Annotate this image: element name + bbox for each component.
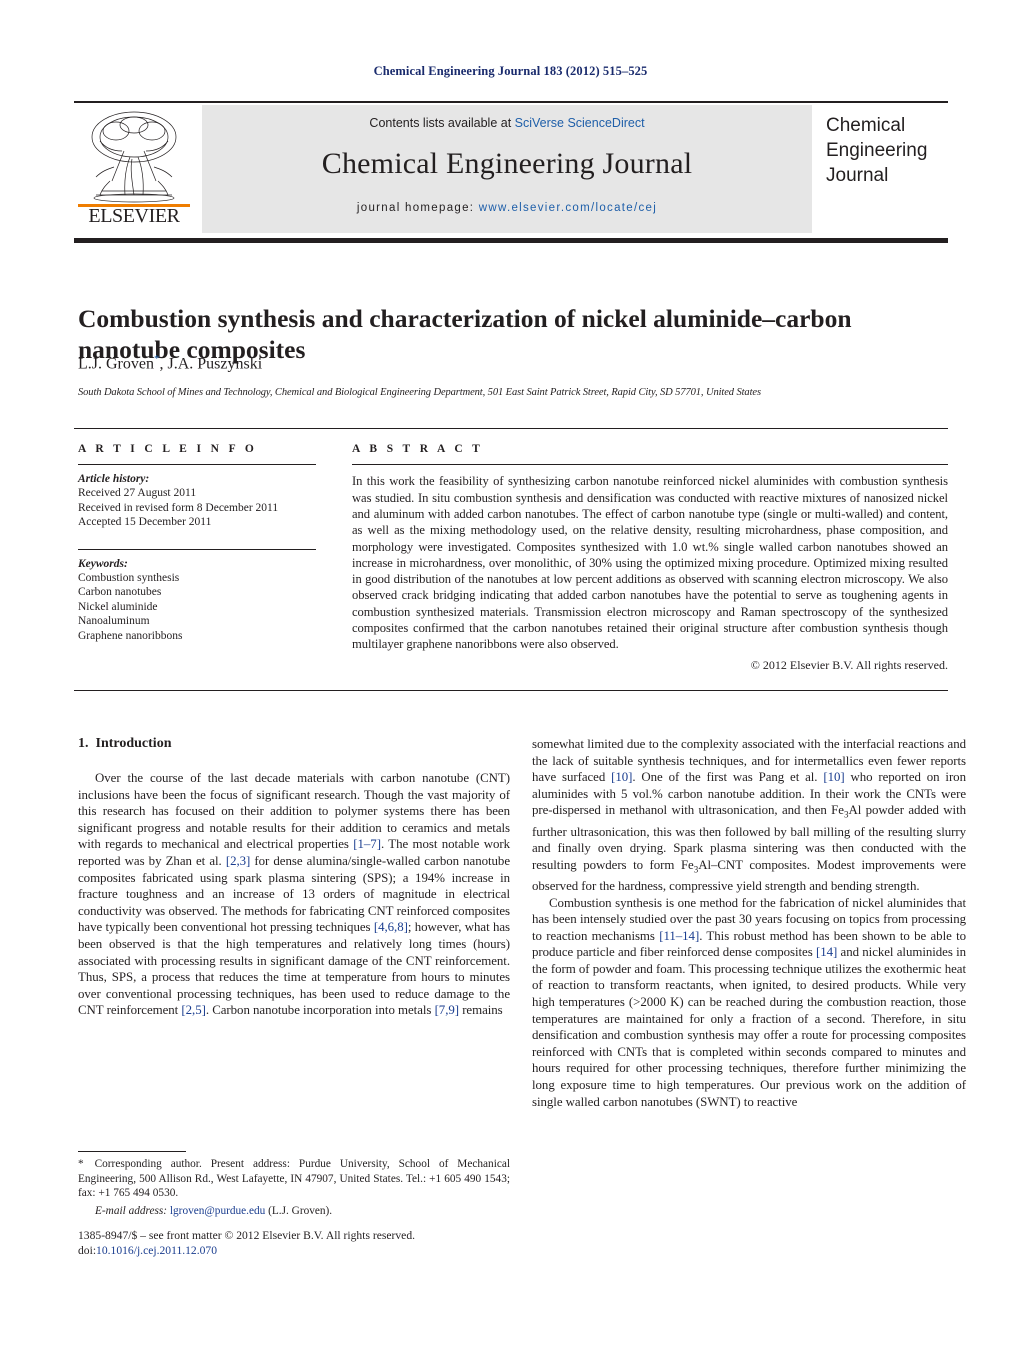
citation-link[interactable]: [1–7] bbox=[353, 837, 381, 851]
cover-title-line-1: Chemical bbox=[826, 115, 906, 136]
citation-link[interactable]: [7,9] bbox=[435, 1003, 460, 1017]
text-run: . Carbon nanotube incorporation into met… bbox=[205, 1003, 435, 1018]
keyword-item: Nickel aluminide bbox=[78, 600, 158, 613]
elsevier-wordmark: ELSEVIER bbox=[88, 205, 180, 227]
text-run: . One of the first was Pang et al. bbox=[632, 770, 824, 785]
article-history-label: Article history: bbox=[78, 473, 150, 486]
masthead-center-panel: Contents lists available at SciVerse Sci… bbox=[202, 105, 812, 233]
body-column-right: somewhat limited due to the complexity a… bbox=[532, 736, 966, 1110]
doi-label: doi: bbox=[78, 1244, 97, 1257]
citation-link[interactable]: [14] bbox=[816, 945, 837, 959]
elsevier-tree-icon bbox=[91, 111, 177, 203]
article-history-revised: Received in revised form 8 December 2011 bbox=[78, 501, 279, 514]
doi-link[interactable]: 10.1016/j.cej.2011.12.070 bbox=[96, 1244, 217, 1257]
masthead-bottom-rule bbox=[74, 238, 948, 243]
paragraph: Combustion synthesis is one method for t… bbox=[532, 895, 966, 1111]
section-number: 1. bbox=[78, 736, 89, 751]
keywords-label: Keywords: bbox=[78, 557, 128, 570]
issn-copyright-line: 1385-8947/$ – see front matter © 2012 El… bbox=[78, 1229, 416, 1242]
body-column-left: 1. Introduction Over the course of the la… bbox=[78, 736, 510, 1019]
keyword-item: Graphene nanoribbons bbox=[78, 629, 183, 642]
keywords-block: Keywords: Combustion synthesis Carbon na… bbox=[78, 558, 316, 644]
text-run: remains bbox=[459, 1003, 503, 1018]
author-first: L.J. Groven bbox=[78, 355, 154, 373]
keyword-item: Nanoaluminum bbox=[78, 615, 150, 628]
email-label: E-mail address: bbox=[95, 1204, 168, 1217]
section-title: Introduction bbox=[95, 736, 172, 751]
keyword-item: Combustion synthesis bbox=[78, 571, 180, 584]
citation-link[interactable]: [4,6,8] bbox=[374, 920, 408, 934]
article-info-column: A R T I C L E I N F O Article history: R… bbox=[78, 443, 316, 643]
journal-homepage-line: journal homepage: www.elsevier.com/locat… bbox=[202, 202, 812, 214]
homepage-prefix: journal homepage: bbox=[356, 202, 479, 214]
keywords-divider bbox=[78, 548, 316, 550]
journal-title: Chemical Engineering Journal bbox=[321, 147, 693, 180]
journal-masthead: ELSEVIER Contents lists available at Sci… bbox=[74, 105, 948, 233]
info-section-top-rule bbox=[74, 428, 948, 430]
journal-article-page: Chemical Engineering Journal 183 (2012) … bbox=[0, 0, 1021, 1351]
sciencedirect-link[interactable]: SciVerse ScienceDirect bbox=[515, 116, 645, 130]
abstract-bottom-rule bbox=[74, 690, 948, 692]
abstract-heading: A B S T R A C T bbox=[352, 443, 484, 455]
abstract-text: In this work the feasibility of synthesi… bbox=[352, 474, 948, 652]
footnote-star: * bbox=[78, 1158, 84, 1170]
paragraph: Over the course of the last decade mater… bbox=[78, 770, 510, 1019]
homepage-url-link[interactable]: www.elsevier.com/locate/cej bbox=[479, 202, 657, 214]
footnote-text: Corresponding author. Present address: P… bbox=[78, 1158, 510, 1200]
citation-link[interactable]: [10] bbox=[611, 770, 632, 784]
masthead-top-rule bbox=[74, 101, 948, 103]
email-owner: (L.J. Groven). bbox=[265, 1204, 333, 1217]
article-history-received: Received 27 August 2011 bbox=[78, 487, 197, 500]
article-info-divider bbox=[78, 464, 316, 466]
article-history-accepted: Accepted 15 December 2011 bbox=[78, 516, 212, 529]
affiliation: South Dakota School of Mines and Technol… bbox=[78, 387, 761, 398]
doi-line: doi:10.1016/j.cej.2011.12.070 bbox=[78, 1243, 510, 1258]
paragraph: somewhat limited due to the complexity a… bbox=[532, 736, 966, 895]
abstract-copyright: © 2012 Elsevier B.V. All rights reserved… bbox=[750, 657, 948, 672]
corresponding-author-footnote: * Corresponding author. Present address:… bbox=[78, 1157, 510, 1218]
cover-title-line-3: Journal bbox=[826, 165, 889, 186]
abstract-divider bbox=[352, 464, 948, 466]
imprint-block: 1385-8947/$ – see front matter © 2012 El… bbox=[78, 1228, 510, 1258]
citation-link[interactable]: [10] bbox=[823, 770, 844, 784]
cover-title-line-2: Engineering bbox=[826, 140, 928, 161]
abstract-column: A B S T R A C T In this work the feasibi… bbox=[352, 443, 948, 673]
contents-available-line: Contents lists available at SciVerse Sci… bbox=[202, 116, 812, 130]
footnote-rule bbox=[78, 1151, 186, 1153]
running-head: Chemical Engineering Journal 183 (2012) … bbox=[373, 64, 648, 78]
citation-link[interactable]: [11–14] bbox=[659, 929, 699, 943]
author-list: L.J. Groven*, J.A. Puszynski bbox=[78, 353, 878, 373]
article-info-heading: A R T I C L E I N F O bbox=[78, 443, 258, 455]
email-link[interactable]: lgroven@purdue.edu bbox=[170, 1205, 265, 1217]
journal-cover-title: Chemical Engineering Journal bbox=[826, 113, 956, 188]
citation-link[interactable]: [2,3] bbox=[226, 854, 251, 868]
section-heading-introduction: 1. Introduction bbox=[78, 736, 510, 752]
text-run: and nickel aluminides in the form of pow… bbox=[532, 945, 967, 1109]
contents-prefix: Contents lists available at bbox=[369, 116, 515, 130]
keyword-item: Carbon nanotubes bbox=[78, 586, 162, 599]
elsevier-logo: ELSEVIER bbox=[74, 105, 194, 233]
author-rest: , J.A. Puszynski bbox=[159, 355, 263, 373]
citation-link[interactable]: [2,5] bbox=[181, 1003, 206, 1017]
footnote-email-line: E-mail address: lgroven@purdue.edu (L.J.… bbox=[78, 1204, 510, 1219]
